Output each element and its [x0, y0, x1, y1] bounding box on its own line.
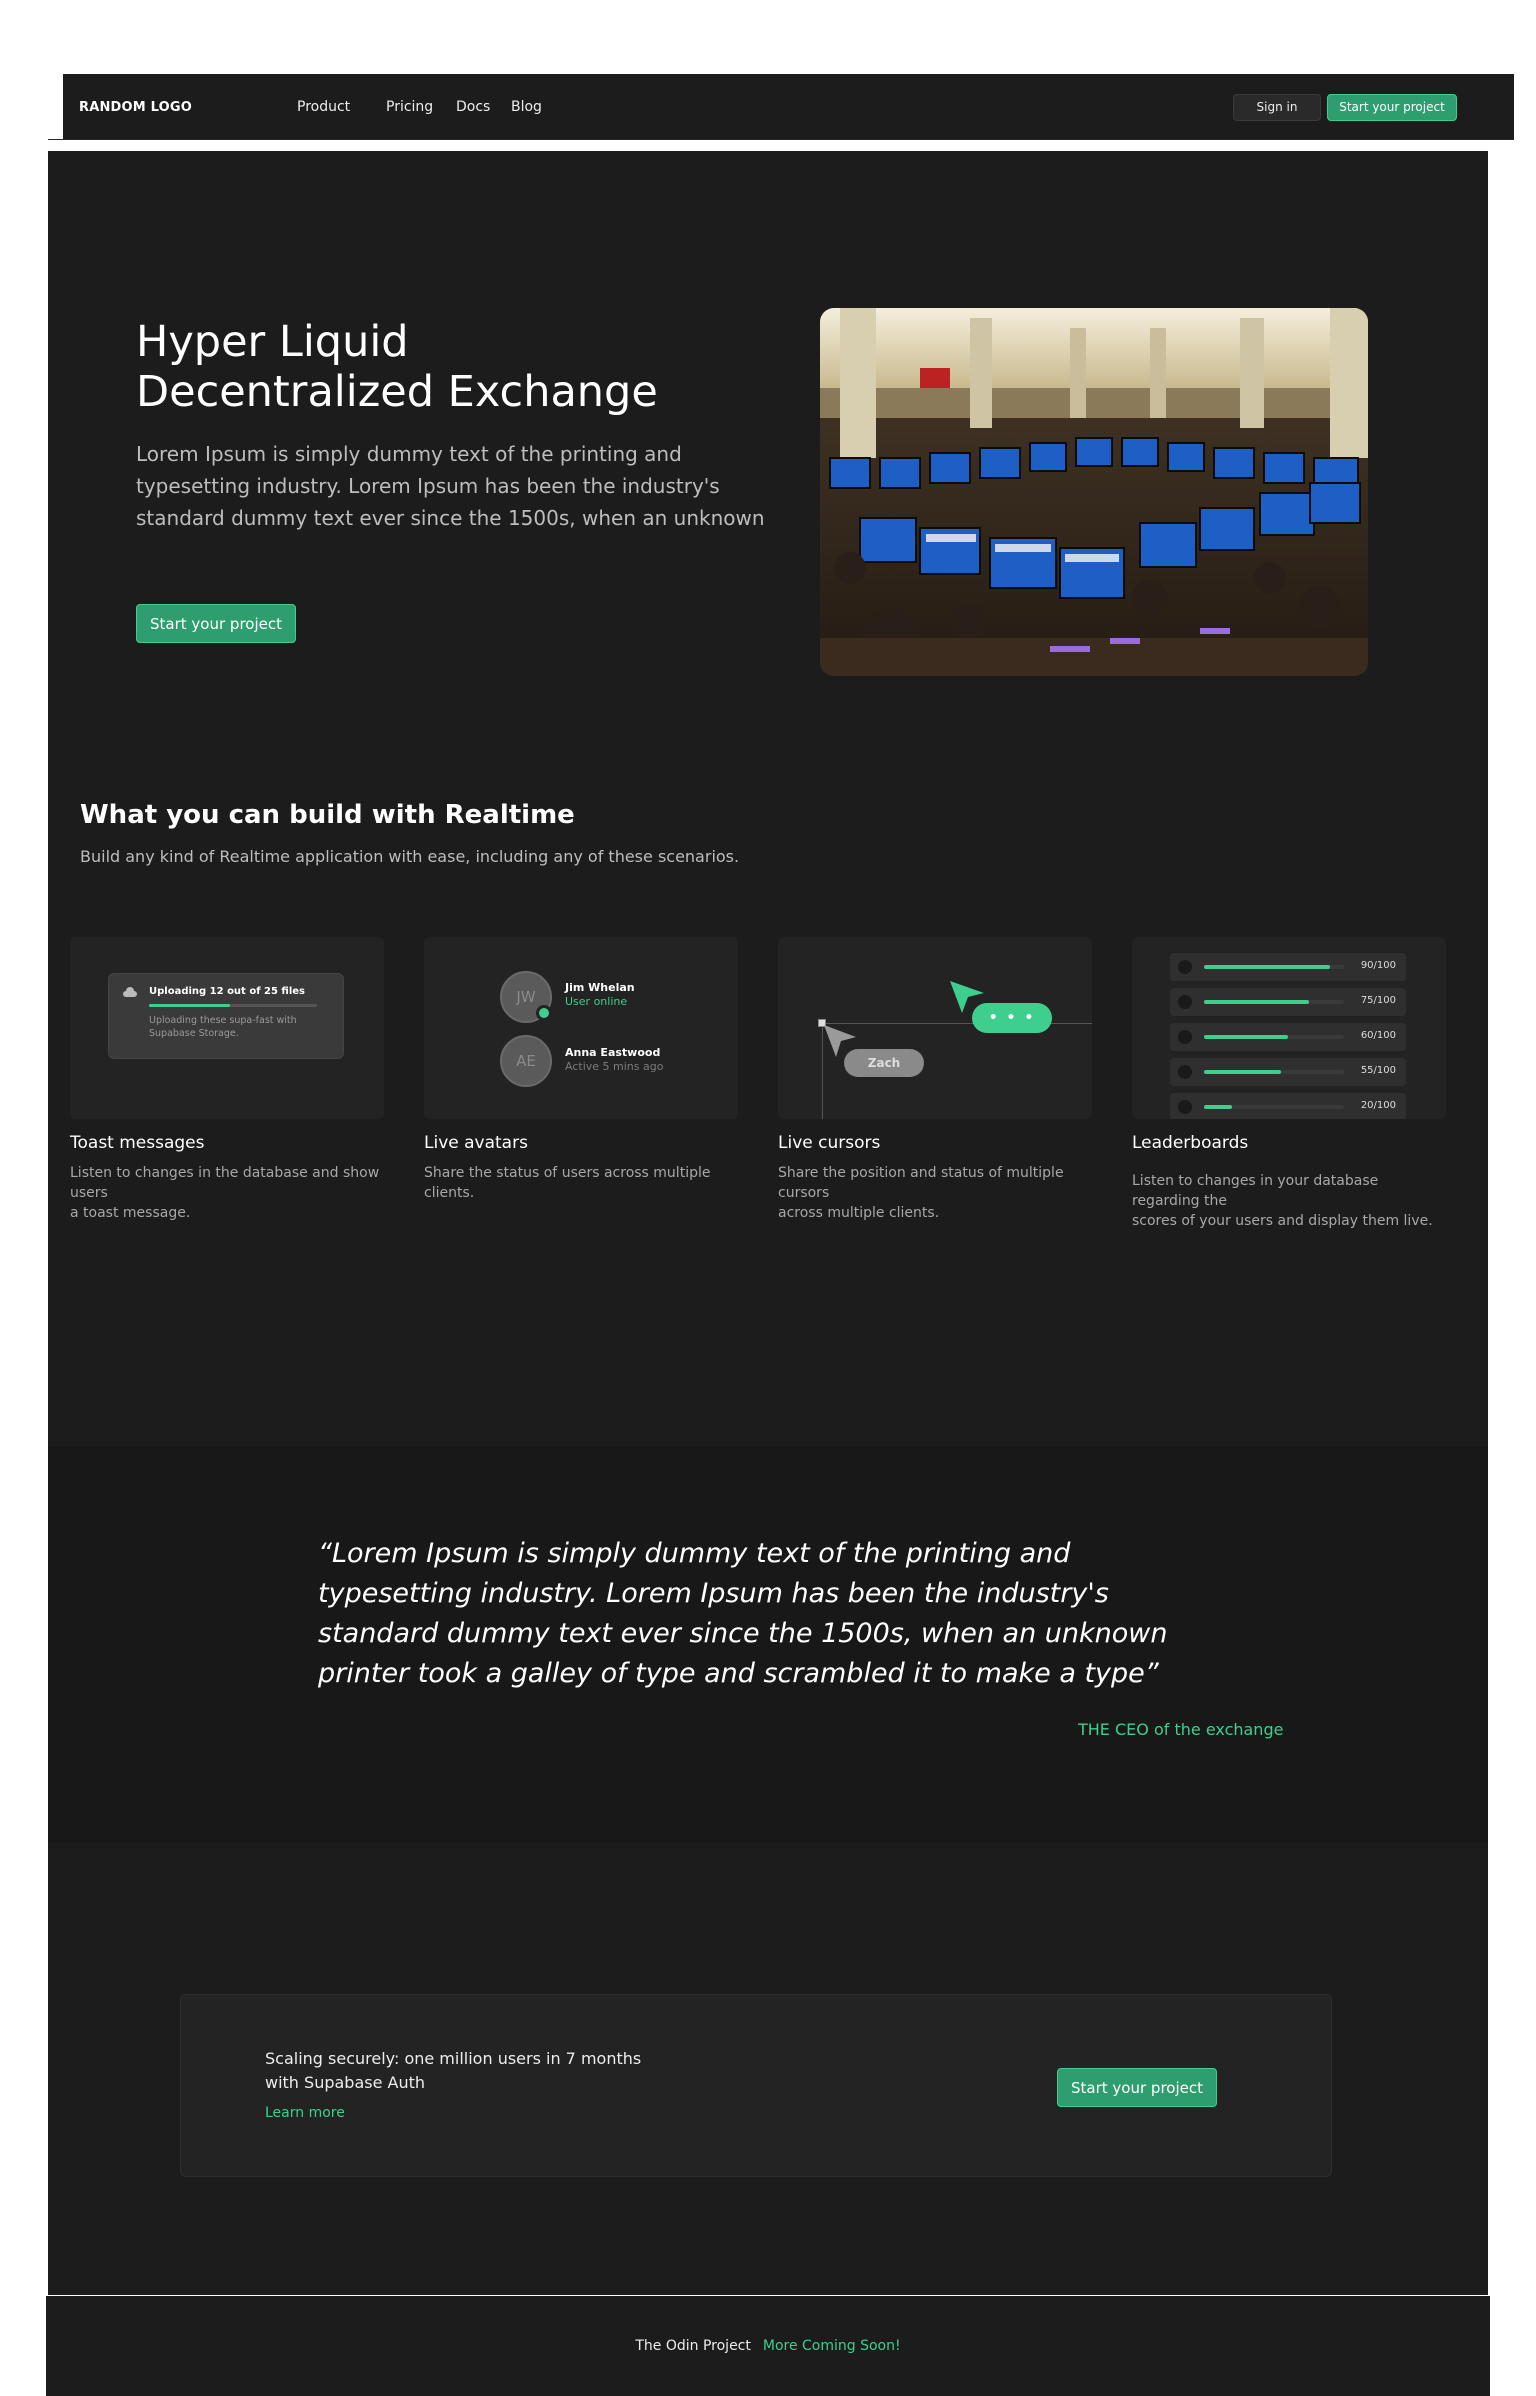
avatar-status: User online: [565, 995, 628, 1008]
live-avatars-desc: Share the status of users across multipl…: [424, 1163, 738, 1203]
leaderboard-score: 60/100: [1360, 1030, 1396, 1041]
leaderboard-row: 20/100: [1170, 1093, 1406, 1119]
leaderboard-score-bar: [1204, 1070, 1344, 1074]
cta-title-line: with Supabase Auth: [265, 2073, 426, 2092]
hero-description: Lorem Ipsum is simply dummy text of the …: [136, 438, 766, 534]
leaderboard-score-fill: [1204, 1105, 1232, 1109]
live-cursors-card: • • • Zach: [778, 937, 1092, 1119]
cursor-chat-bubble: • • •: [972, 1003, 1052, 1033]
leaderboard-avatar: [1178, 1065, 1192, 1079]
sign-in-button[interactable]: Sign in: [1233, 93, 1321, 121]
cursor-name-tag: Zach: [844, 1049, 924, 1077]
live-cursors-desc: Share the position and status of multipl…: [778, 1163, 1092, 1223]
leaderboard-avatar: [1178, 1100, 1192, 1114]
leaderboards-card: 90/100 75/100 60/100 55/100 20/100: [1132, 937, 1446, 1119]
testimonial-author: THE CEO of the exchange: [1078, 1720, 1284, 1739]
leaderboard-score: 20/100: [1360, 1100, 1396, 1111]
live-avatars-title: Live avatars: [424, 1133, 528, 1153]
live-avatars-card: JW Jim Whelan User online AE Anna Eastwo…: [424, 937, 738, 1119]
leaderboard-row: 90/100: [1170, 953, 1406, 981]
leaderboard-score-fill: [1204, 1000, 1309, 1004]
nav-link-blog[interactable]: Blog: [511, 99, 542, 115]
online-indicator: [536, 1005, 552, 1021]
cta-start-project-button[interactable]: Start your project: [1057, 2068, 1217, 2107]
card-desc-line: scores of your users and display them li…: [1132, 1213, 1433, 1229]
leaderboard-score-bar: [1204, 965, 1344, 969]
leaderboard-row: 60/100: [1170, 1023, 1406, 1051]
toast-messages-desc: Listen to changes in the database and sh…: [70, 1163, 384, 1223]
testimonial-section: “Lorem Ipsum is simply dummy text of the…: [48, 1446, 1488, 1843]
leaderboard-score-bar: [1204, 1105, 1344, 1109]
testimonial-quote: “Lorem Ipsum is simply dummy text of the…: [318, 1534, 1178, 1694]
toast-progress-bar: [149, 1004, 317, 1007]
nav-link-pricing[interactable]: Pricing: [386, 99, 433, 115]
selection-line: [822, 1023, 1092, 1024]
footer: The Odin Project More Coming Soon!: [46, 2296, 1490, 2396]
hero-text-line: standard dummy text ever since the 1500s…: [136, 506, 765, 530]
features-subtitle: Build any kind of Realtime application w…: [80, 847, 740, 866]
leaderboard-row: 55/100: [1170, 1058, 1406, 1086]
card-desc-line: across multiple clients.: [778, 1205, 940, 1221]
toast-messages-title: Toast messages: [70, 1133, 205, 1153]
main-content: Hyper Liquid Decentralized Exchange Lore…: [48, 151, 1488, 2295]
hero-start-project-button[interactable]: Start your project: [136, 604, 296, 643]
quote-line: printer took a galley of type and scramb…: [318, 1658, 1159, 1689]
hero-text-line: Lorem Ipsum is simply dummy text of the …: [136, 442, 682, 466]
quote-line: typesetting industry. Lorem Ipsum has be…: [318, 1578, 1109, 1609]
card-desc-line: Share the status of users across multipl…: [424, 1165, 711, 1201]
top-nav: RANDOM LOGO Product Pricing Docs Blog Si…: [63, 74, 1514, 140]
cta-title: Scaling securely: one million users in 7…: [265, 2047, 665, 2095]
avatar-name: Jim Whelan: [565, 981, 635, 994]
avatar: AE: [500, 1035, 552, 1087]
toast-demo-title: Uploading 12 out of 25 files: [149, 986, 305, 997]
leaderboard-score-fill: [1204, 1035, 1288, 1039]
footer-text: The Odin Project: [635, 2338, 751, 2354]
hero-trading-floor-image: [820, 308, 1368, 676]
avatar-name: Anna Eastwood: [565, 1046, 661, 1059]
toast-demo-text: Uploading these supa-fast with Supabase …: [149, 1015, 297, 1039]
hero-title: Hyper Liquid Decentralized Exchange: [136, 317, 736, 417]
footer-highlight[interactable]: More Coming Soon!: [763, 2338, 901, 2354]
leaderboard-avatar: [1178, 995, 1192, 1009]
toast-demo: Uploading 12 out of 25 files Uploading t…: [108, 973, 344, 1059]
logo[interactable]: RANDOM LOGO: [79, 100, 192, 115]
leaderboard-score: 55/100: [1360, 1065, 1396, 1076]
leaderboard-avatar: [1178, 960, 1192, 974]
cta-box: Scaling securely: one million users in 7…: [180, 1994, 1332, 2177]
toast-progress-fill: [149, 1004, 230, 1007]
nav-link-docs[interactable]: Docs: [456, 99, 490, 115]
hero-title-line: Hyper Liquid: [136, 317, 409, 367]
leaderboard-score-fill: [1204, 1070, 1281, 1074]
card-desc-line: Share the position and status of multipl…: [778, 1165, 1064, 1201]
leaderboards-title: Leaderboards: [1132, 1133, 1249, 1153]
leaderboards-desc: Listen to changes in your database regar…: [1132, 1171, 1446, 1231]
live-cursors-title: Live cursors: [778, 1133, 881, 1153]
card-desc-line: Listen to changes in the database and sh…: [70, 1165, 380, 1201]
quote-line: “Lorem Ipsum is simply dummy text of the…: [318, 1538, 1071, 1569]
leaderboard-row: 75/100: [1170, 988, 1406, 1016]
leaderboard-avatar: [1178, 1030, 1192, 1044]
features-title: What you can build with Realtime: [80, 800, 575, 830]
card-desc-line: a toast message.: [70, 1205, 191, 1221]
cloud-upload-icon: [123, 987, 137, 997]
leaderboard-score-fill: [1204, 965, 1330, 969]
avatar-status: Active 5 mins ago: [565, 1060, 664, 1073]
nav-link-product[interactable]: Product: [297, 99, 350, 115]
start-project-nav-button[interactable]: Start your project: [1327, 93, 1457, 121]
quote-line: standard dummy text ever since the 1500s…: [318, 1618, 1168, 1649]
hero-text-line: typesetting industry. Lorem Ipsum has be…: [136, 474, 720, 498]
hero-title-line: Decentralized Exchange: [136, 367, 658, 417]
cta-title-line: Scaling securely: one million users in 7…: [265, 2049, 642, 2068]
leaderboard-score-bar: [1204, 1000, 1344, 1004]
learn-more-link[interactable]: Learn more: [265, 2105, 345, 2121]
leaderboard-score: 75/100: [1360, 995, 1396, 1006]
leaderboard-score: 90/100: [1360, 960, 1396, 971]
toast-messages-card: Uploading 12 out of 25 files Uploading t…: [70, 937, 384, 1119]
leaderboard-score-bar: [1204, 1035, 1344, 1039]
nav-divider: [48, 139, 1514, 140]
card-desc-line: Listen to changes in your database regar…: [1132, 1173, 1379, 1209]
